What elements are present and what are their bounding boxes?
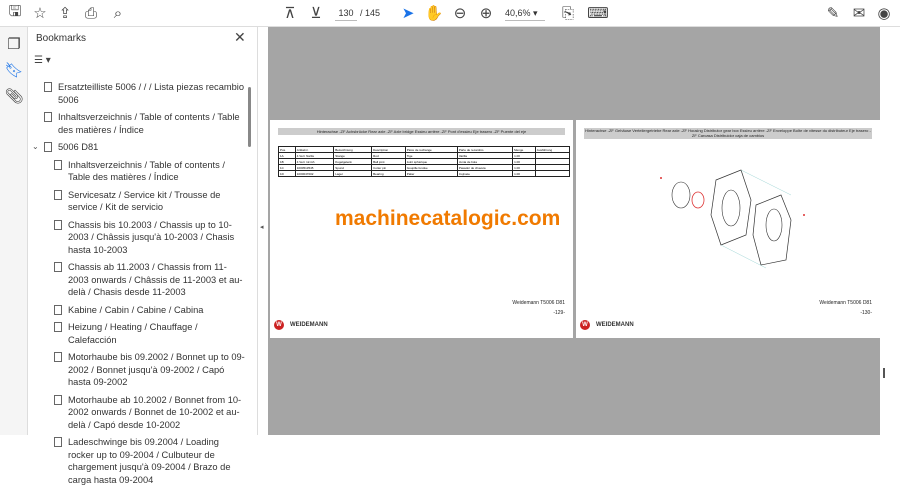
bookmark-icon (54, 304, 62, 315)
bookmark-label: 5006 D81 (58, 142, 99, 152)
bookmark-item[interactable]: Ersatzteilliste 5006 / / / Lista piezas … (28, 81, 246, 106)
bookmark-icon (44, 82, 52, 92)
bookmark-label: Motorhaube bis 09.2002 / Bonnet up to 09… (68, 352, 245, 387)
bookmark-item[interactable]: ⌄ 5006 D81 (28, 141, 246, 154)
bookmark-icon (54, 437, 62, 447)
parts-table: Pos. Artikelnr. Bezeichnung Description Pièc… (278, 146, 571, 177)
page-number-input[interactable]: 130 (335, 6, 357, 21)
table-cell: 1.00 (512, 170, 536, 177)
previous-page-icon[interactable]: ⊼ (280, 4, 300, 22)
zoom-in-icon[interactable]: ⊕ (476, 4, 496, 22)
table-cell: Lager (333, 170, 373, 177)
bookmark-icon (54, 262, 62, 272)
bookmark-item[interactable]: Servicesatz / Service kit / Trousse de s… (28, 189, 246, 214)
table-row: 1D 1000047002 Lager Bearing Palier Cojinete 1.… (278, 170, 571, 177)
scroll-mode-icon[interactable]: ⌨ (587, 4, 609, 22)
bookmark-options-button[interactable]: ☰ ▾ (34, 55, 51, 66)
page-header: Hinterachse -ZF Gehäuse Verteilergetrieb… (584, 128, 872, 139)
bookmark-star-icon[interactable]: ☆ (30, 4, 50, 22)
sign-icon[interactable]: ✎ (823, 4, 843, 22)
bookmark-label: Ersatzteilliste 5006 / / / Lista piezas … (58, 82, 245, 105)
bookmark-item[interactable]: Inhaltsverzeichnis / Table of contents /… (28, 111, 246, 136)
document-viewport: ▸ Hinterachse -ZF Achsbrücke Rear axle -… (268, 27, 880, 435)
select-cursor-icon[interactable]: ➤ (398, 4, 418, 22)
bookmark-label: Inhaltsverzeichnis / Table of contents /… (58, 112, 240, 135)
save-icon[interactable]: 🖫 (5, 3, 25, 22)
bookmark-item[interactable]: Inhaltsverzeichnis / Table of contents /… (28, 159, 246, 184)
zoom-level-select[interactable]: 40,6% ▾ (505, 6, 545, 21)
model-label: Weidemann T5006 D81 (512, 300, 565, 306)
toolbar: 🖫 ☆ ⇪ ⎙ ⌕ ⊼ ⊻ 130 / 145 ➤ ✋ ⊖ ⊕ 40,6% ▾ … (0, 0, 900, 27)
bookmark-label: Ladeschwinge bis 09.2004 / Loading rocke… (68, 437, 231, 485)
bookmarks-panel-icon[interactable]: 🔖︎ (4, 61, 24, 79)
bookmarks-title: Bookmarks (36, 33, 87, 44)
page-total: / 145 (360, 8, 381, 18)
account-icon[interactable]: ◉ (874, 4, 894, 22)
table-cell: Palier (404, 170, 458, 177)
bookmark-icon (54, 394, 62, 405)
print-icon[interactable]: ⎙ (81, 4, 101, 22)
table-cell: Bearing (371, 170, 406, 177)
bookmark-label: Servicesatz / Service kit / Trousse de s… (68, 189, 221, 213)
bookmark-icon (54, 159, 62, 170)
attachments-icon[interactable]: 📎︎ (4, 87, 24, 105)
bookmarks-panel: Bookmarks ✕ ☰ ▾ Ersatzteilliste 5006 / /… (28, 27, 258, 485)
bookmark-icon (44, 112, 52, 122)
bookmark-icon (54, 189, 62, 200)
bookmark-icon (54, 352, 62, 362)
model-label: Weidemann T5006 D81 (819, 300, 872, 306)
page-header: Hinterachse -ZF Achsbrücke Rear axle -ZF… (278, 128, 565, 135)
scrollbar-thumb[interactable] (883, 368, 885, 378)
next-page-icon[interactable]: ⊻ (306, 4, 326, 22)
bookmark-item[interactable]: Heizung / Heating / Chauffage / Calefacc… (28, 321, 246, 346)
pdf-page-130: Hinterachse -ZF Gehäuse Verteilergetrieb… (576, 120, 880, 338)
search-icon[interactable]: ⌕ (108, 4, 128, 22)
bookmark-item[interactable]: Chassis bis 10.2003 / Chassis up to 10-2… (28, 219, 246, 257)
panel-collapse-handle[interactable]: ◂ (258, 27, 268, 435)
bookmark-list: Ersatzteilliste 5006 / / / Lista piezas … (28, 81, 246, 491)
bookmark-label: Heizung / Heating / Chauffage / Calefacc… (68, 322, 198, 345)
bookmark-item[interactable]: Chassis ab 11.2003 / Chassis from 11-200… (28, 261, 246, 299)
bookmark-item[interactable]: Kabine / Cabin / Cabine / Cabina (28, 304, 246, 317)
table-cell: Cojinete (456, 170, 514, 177)
upload-icon[interactable]: ⇪ (55, 4, 75, 22)
email-icon[interactable]: ✉ (849, 4, 869, 22)
bookmark-item[interactable]: Ladeschwinge bis 09.2004 / Loading rocke… (28, 436, 246, 486)
weidemann-logo: W WEIDEMANN (274, 320, 328, 330)
table-cell: 1D (278, 170, 296, 177)
exploded-parts-drawing (660, 169, 805, 269)
left-tool-rail: ❐ 🔖︎ 📎︎ (0, 27, 28, 435)
bookmark-icon (54, 219, 62, 230)
table-cell: 1000047002 (294, 170, 335, 177)
page-number: -129- (553, 310, 565, 316)
page-number: -130- (860, 310, 872, 316)
bookmarks-scrollbar[interactable] (248, 87, 251, 147)
bookmark-label: Kabine / Cabin / Cabine / Cabina (68, 304, 204, 315)
bookmark-label: Chassis bis 10.2003 / Chassis up to 10-2… (68, 219, 235, 255)
bookmark-item[interactable]: Motorhaube bis 09.2002 / Bonnet up to 09… (28, 351, 246, 389)
collapse-chevron-icon[interactable]: ⌄ (32, 141, 39, 154)
pages-thumbnail-icon[interactable]: ❐ (4, 35, 24, 53)
watermark-text: machinecatalogic.com (335, 207, 561, 230)
bookmark-label: Motorhaube ab 10.2002 / Bonnet from 10-2… (68, 394, 242, 430)
table-cell (534, 170, 571, 177)
bookmark-icon (54, 322, 62, 332)
page-fit-icon[interactable]: ⎘ (558, 4, 578, 22)
collapse-arrow-icon[interactable]: ◂ (260, 223, 264, 231)
zoom-value: 40,6% (505, 8, 531, 18)
bookmark-label: Inhaltsverzeichnis / Table of contents /… (68, 159, 225, 183)
hand-tool-icon[interactable]: ✋ (424, 4, 444, 22)
bookmark-label: Chassis ab 11.2003 / Chassis from 11-200… (68, 262, 243, 297)
zoom-out-icon[interactable]: ⊖ (450, 4, 470, 22)
close-icon[interactable]: ✕ (234, 29, 246, 46)
bookmark-icon (44, 142, 52, 152)
weidemann-logo: W WEIDEMANN (580, 320, 634, 330)
bookmark-item[interactable]: Motorhaube ab 10.2002 / Bonnet from 10-2… (28, 394, 246, 432)
